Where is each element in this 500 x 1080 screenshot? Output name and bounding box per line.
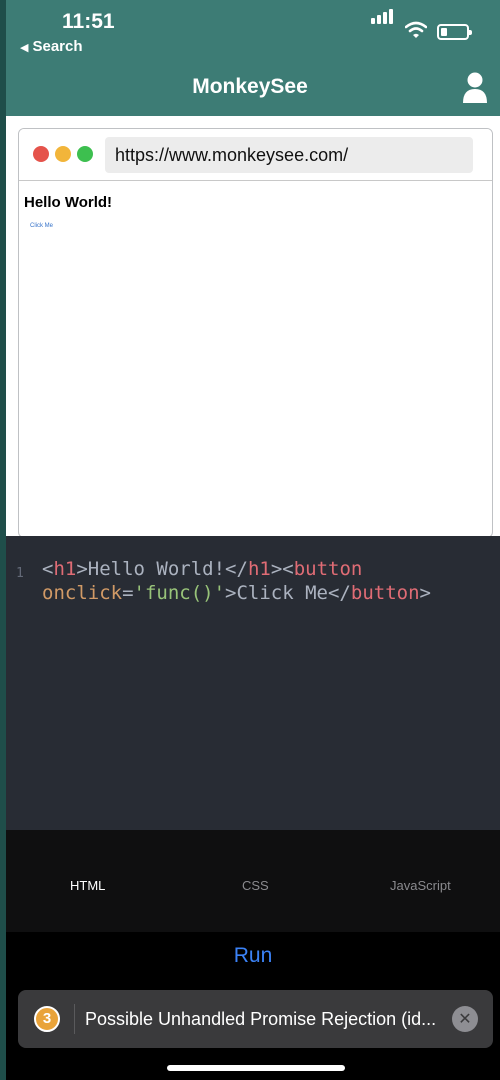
toast-message: Possible Unhandled Promise Rejection (id…: [85, 1009, 437, 1029]
code-editor[interactable]: 1 <h1>Hello World!</h1><button onclick='f…: [6, 536, 500, 830]
app-title: MonkeySee: [192, 75, 308, 98]
close-icon[interactable]: ✕: [452, 1006, 478, 1032]
preview-panel: https://www.monkeysee.com/ Hello World! …: [6, 116, 500, 538]
tab-javascript[interactable]: JavaScript: [390, 878, 451, 893]
editor-tabs: HTML CSS JavaScript: [6, 830, 500, 932]
browser-frame: https://www.monkeysee.com/ Hello World! …: [18, 128, 493, 538]
page-heading: Hello World!: [24, 194, 113, 211]
status-time: 11:51: [62, 10, 115, 33]
url-bar[interactable]: https://www.monkeysee.com/: [105, 137, 473, 173]
error-count-badge: 3: [34, 1006, 60, 1032]
close-dot-icon: [33, 146, 49, 162]
home-indicator: [167, 1065, 345, 1071]
run-bar: Run: [6, 932, 500, 980]
maximize-dot-icon: [77, 146, 93, 162]
run-button[interactable]: Run: [234, 932, 273, 980]
line-number: 1: [16, 566, 24, 581]
back-arrow-icon: ◀: [20, 42, 29, 54]
error-toast[interactable]: 3 Possible Unhandled Promise Rejection (…: [18, 990, 493, 1048]
user-icon[interactable]: [462, 72, 488, 104]
page-click-me-button[interactable]: Click Me: [30, 223, 53, 229]
tab-html[interactable]: HTML: [70, 878, 105, 893]
battery-icon: [437, 24, 472, 40]
back-to-search-link[interactable]: ◀ Search: [20, 38, 83, 55]
wifi-icon: [405, 21, 427, 38]
toast-divider: [74, 1004, 75, 1034]
back-label: Search: [32, 38, 83, 55]
minimize-dot-icon: [55, 146, 71, 162]
tab-css[interactable]: CSS: [242, 878, 269, 893]
browser-toolbar: https://www.monkeysee.com/: [19, 129, 492, 181]
code-line[interactable]: <h1>Hello World!</h1><button onclick='fun…: [42, 557, 482, 605]
